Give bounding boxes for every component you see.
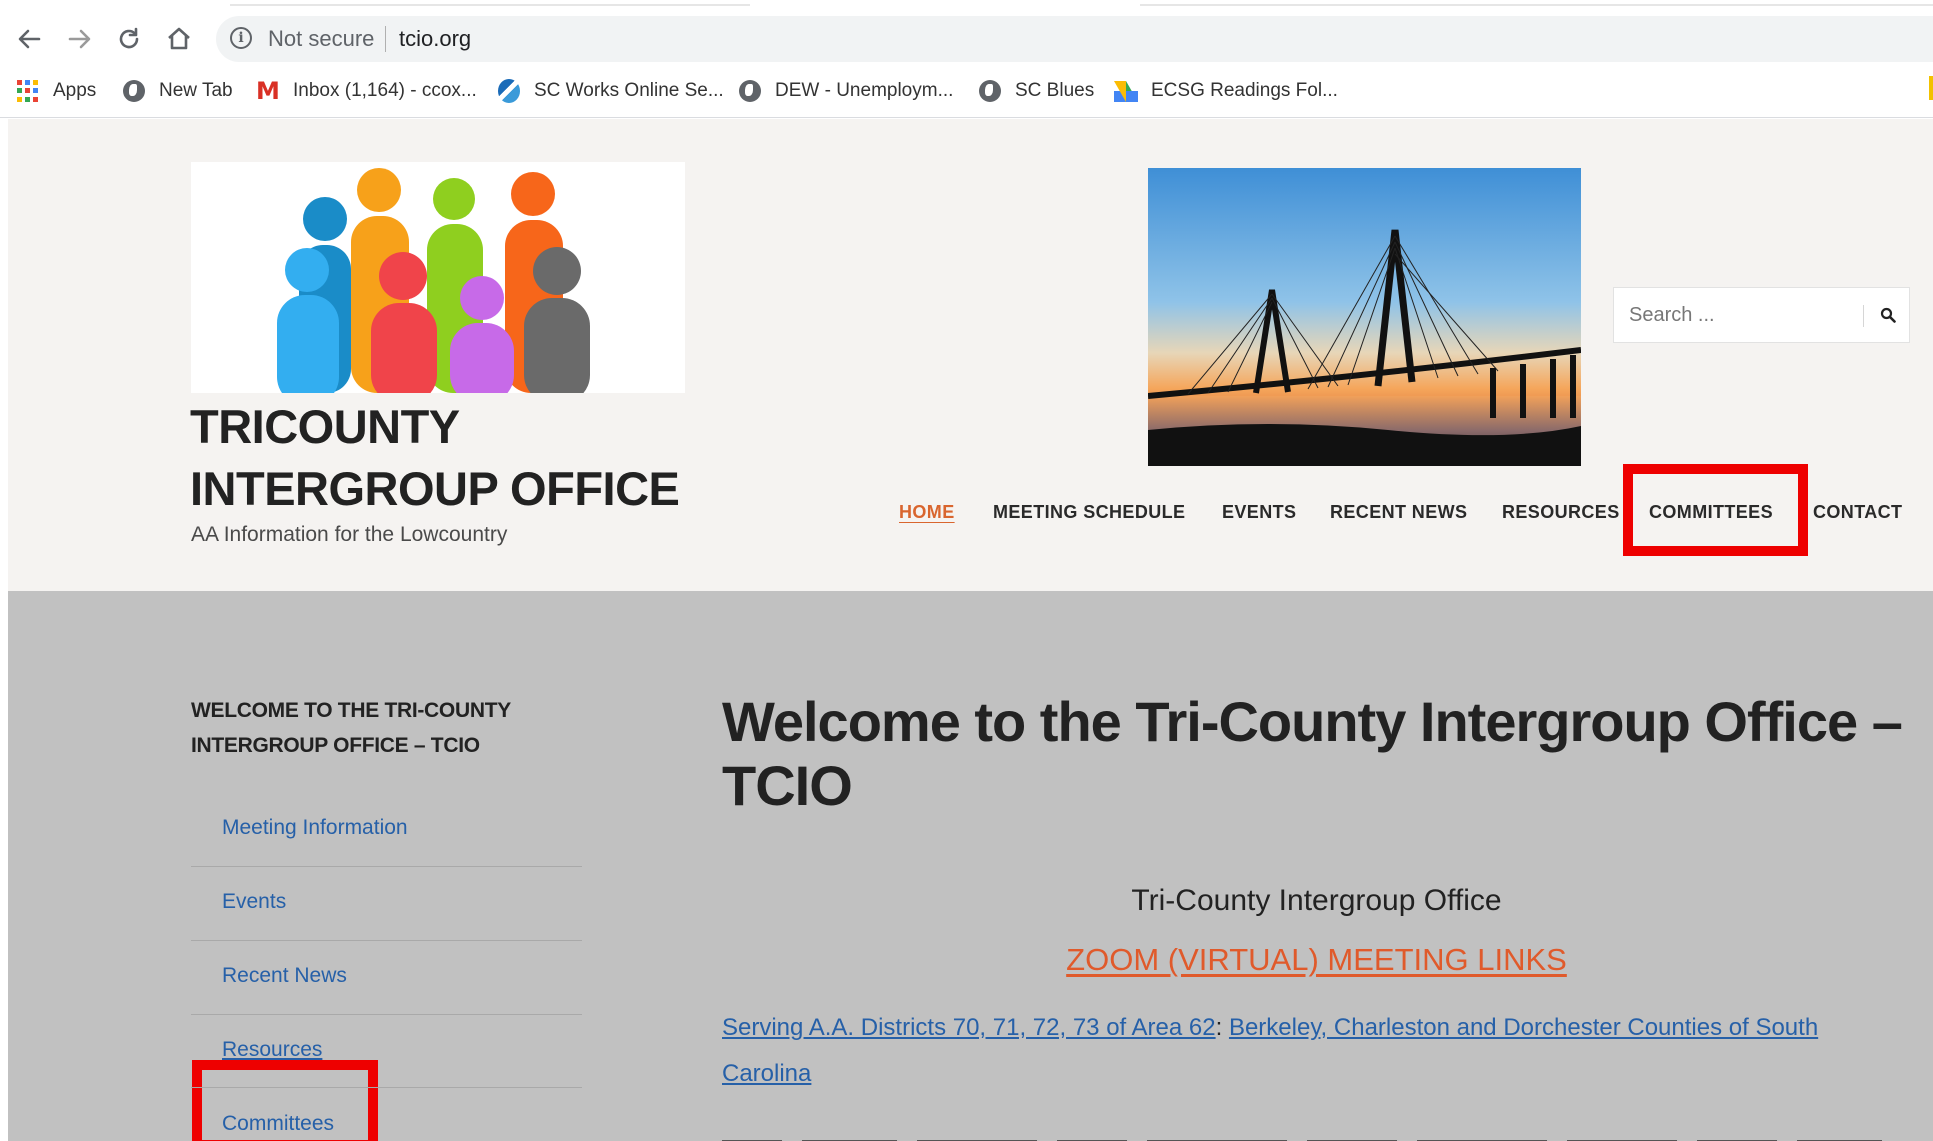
sidebar-widget-title: WELCOME TO THE TRI-COUNTY INTERGROUP OFF… (191, 693, 511, 763)
tab-edge (230, 4, 750, 6)
truncated-text-row (722, 1133, 1882, 1141)
sidebar-divider (191, 1014, 582, 1015)
site-title[interactable]: TRICOUNTY INTERGROUP OFFICE (190, 396, 680, 520)
office-name-heading: Tri-County Intergroup Office (1131, 884, 1502, 917)
globe-icon (122, 79, 146, 103)
sc-works-icon (497, 79, 521, 103)
bookmark-ecsg[interactable]: ECSG Readings Fol... (1114, 76, 1338, 106)
annotation-highlight-committees-nav (1623, 464, 1808, 556)
nav-home[interactable]: HOME (899, 502, 955, 528)
search-form (1613, 287, 1910, 343)
bookmark-overflow-edge (1929, 76, 1933, 100)
sidebar-divider (191, 1087, 582, 1088)
zoom-meeting-links[interactable]: ZOOM (VIRTUAL) MEETING LINKS (722, 942, 1911, 978)
bookmark-label: New Tab (159, 80, 233, 101)
nav-meeting-schedule[interactable]: MEETING SCHEDULE (993, 502, 1185, 528)
google-drive-icon (1114, 79, 1138, 103)
bookmark-label: Inbox (1,164) - ccox... (293, 80, 477, 101)
url-text[interactable]: tcio.org (399, 26, 471, 52)
bookmark-label: DEW - Unemploym... (775, 80, 954, 101)
site-title-line: TRICOUNTY (190, 400, 460, 453)
nav-recent-news[interactable]: RECENT NEWS (1330, 502, 1467, 528)
search-button[interactable] (1866, 288, 1910, 342)
bookmark-label: SC Blues (1015, 80, 1095, 101)
counties-link[interactable]: Berkeley, Charleston and Dorchester Coun… (1229, 1014, 1818, 1041)
address-bar[interactable]: i Not secure tcio.org (216, 16, 1933, 62)
people-group-logo-icon (277, 168, 590, 393)
page-title: Welcome to the Tri-County Intergroup Off… (722, 690, 1922, 818)
bookmarks-bar: Apps New Tab M Inbox (1,164) - ccox... S… (0, 66, 1933, 118)
forward-arrow-icon[interactable] (63, 22, 97, 56)
bookmark-new-tab[interactable]: New Tab (122, 76, 233, 106)
search-icon (1880, 307, 1896, 323)
sidebar-item-resources[interactable]: Resources (222, 1038, 322, 1062)
page-title-line: Welcome to the Tri-County Intergroup Off… (722, 690, 1903, 753)
gmail-icon: M (256, 77, 280, 105)
bookmark-sc-blues[interactable]: SC Blues (978, 76, 1094, 106)
serving-paragraph: Serving A.A. Districts 70, 71, 72, 73 of… (722, 1005, 1872, 1097)
bookmark-apps[interactable]: Apps (16, 76, 96, 106)
bookmark-label: Apps (53, 80, 97, 101)
sidebar-item-meeting-information[interactable]: Meeting Information (222, 816, 408, 840)
header-bridge-image (1148, 168, 1581, 466)
reload-icon[interactable] (112, 22, 146, 56)
bookmark-dew[interactable]: DEW - Unemploym... (738, 76, 953, 106)
globe-icon (738, 79, 762, 103)
bookmark-inbox[interactable]: M Inbox (1,164) - ccox... (256, 76, 477, 106)
nav-resources[interactable]: RESOURCES (1502, 502, 1620, 528)
counties-link-continued[interactable]: Carolina (722, 1060, 811, 1087)
sidebar-item-recent-news[interactable]: Recent News (222, 964, 347, 988)
sidebar-item-committees[interactable]: Committees (222, 1112, 334, 1136)
bookmark-label: ECSG Readings Fol... (1151, 80, 1338, 101)
tab-strip-remnant (0, 0, 1933, 12)
search-separator (1863, 305, 1864, 327)
site-tagline: AA Information for the Lowcountry (191, 523, 508, 546)
page-gutter (0, 119, 8, 1141)
sidebar-divider (191, 866, 582, 867)
home-icon (168, 27, 190, 50)
bridge-sunset-image (1148, 168, 1581, 466)
browser-toolbar: i Not secure tcio.org (0, 12, 1933, 62)
serving-separator: : (1215, 1014, 1223, 1041)
widget-title-line: INTERGROUP OFFICE – TCIO (191, 734, 480, 757)
nav-contact[interactable]: CONTACT (1813, 502, 1902, 528)
bookmark-label: SC Works Online Se... (534, 80, 724, 101)
site-logo[interactable] (191, 162, 685, 393)
address-separator (385, 26, 386, 52)
home-icon[interactable] (162, 22, 196, 56)
globe-icon (978, 79, 1002, 103)
page-title-line: TCIO (722, 754, 853, 817)
info-icon[interactable]: i (230, 27, 252, 49)
site-title-line: INTERGROUP OFFICE (190, 462, 680, 515)
apps-grid-icon (16, 79, 40, 103)
back-arrow-icon[interactable] (12, 22, 46, 56)
search-input[interactable] (1614, 288, 1862, 342)
reload-icon (119, 27, 139, 49)
security-label: Not secure (268, 26, 375, 51)
widget-title-line: WELCOME TO THE TRI-COUNTY (191, 699, 511, 722)
nav-events[interactable]: EVENTS (1222, 502, 1296, 528)
sidebar-divider (191, 940, 582, 941)
bookmark-sc-works[interactable]: SC Works Online Se... (497, 76, 724, 106)
forward-arrow-icon (68, 29, 91, 49)
sidebar-item-events[interactable]: Events (222, 890, 286, 914)
back-arrow-icon (18, 29, 41, 49)
tab-edge (1140, 4, 1933, 6)
serving-districts-link[interactable]: Serving A.A. Districts 70, 71, 72, 73 of… (722, 1014, 1216, 1041)
